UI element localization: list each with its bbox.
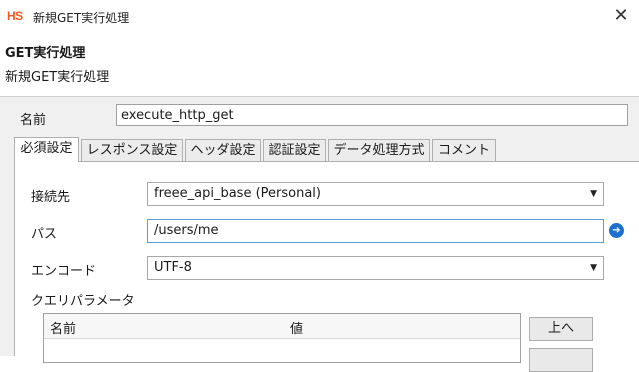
dialog-body: 名前 execute_http_get 必須設定 レスポンス設定 ヘッダ設定 認… — [0, 97, 639, 372]
tab-auth[interactable]: 認証設定 — [263, 139, 326, 161]
column-header-name: 名前 — [50, 322, 77, 337]
encode-select[interactable]: UTF-8 ▼ — [147, 256, 604, 280]
column-header-value: 値 — [290, 322, 304, 337]
app-logo: HS — [7, 9, 23, 23]
query-params-label: クエリパラメータ — [31, 294, 135, 309]
navigate-icon[interactable]: ➜ — [609, 223, 624, 238]
tab-panel-required: 接続先 freee_api_base (Personal) ▼ パス /user… — [14, 161, 639, 372]
move-up-button[interactable]: 上へ — [529, 317, 593, 341]
encode-label: エンコード — [31, 264, 97, 279]
close-icon[interactable]: ✕ — [607, 2, 635, 30]
table-header: 名前 値 — [44, 314, 520, 339]
connection-label: 接続先 — [31, 190, 71, 205]
path-input[interactable]: /users/me — [147, 219, 604, 243]
path-label: パス — [31, 227, 58, 242]
chevron-down-icon: ▼ — [590, 189, 597, 199]
title-bar: HS 新規GET実行処理 ✕ — [0, 0, 639, 33]
tab-required[interactable]: 必須設定 — [14, 137, 79, 162]
encode-value: UTF-8 — [154, 260, 192, 275]
tab-response[interactable]: レスポンス設定 — [81, 139, 183, 161]
window-title: 新規GET実行処理 — [33, 11, 130, 25]
header-title: GET実行処理 — [5, 46, 86, 61]
chevron-down-icon: ▼ — [590, 263, 597, 273]
move-down-button[interactable] — [529, 348, 593, 372]
tab-data-processing[interactable]: データ処理方式 — [328, 139, 430, 161]
tab-comment[interactable]: コメント — [432, 139, 496, 161]
name-label: 名前 — [20, 113, 47, 128]
tab-header[interactable]: ヘッダ設定 — [185, 139, 261, 161]
name-input[interactable]: execute_http_get — [116, 104, 628, 126]
connection-value: freee_api_base (Personal) — [154, 186, 321, 201]
header-subtitle: 新規GET実行処理 — [5, 70, 110, 85]
connection-select[interactable]: freee_api_base (Personal) ▼ — [147, 182, 604, 206]
dialog-header: GET実行処理 新規GET実行処理 — [0, 33, 639, 97]
